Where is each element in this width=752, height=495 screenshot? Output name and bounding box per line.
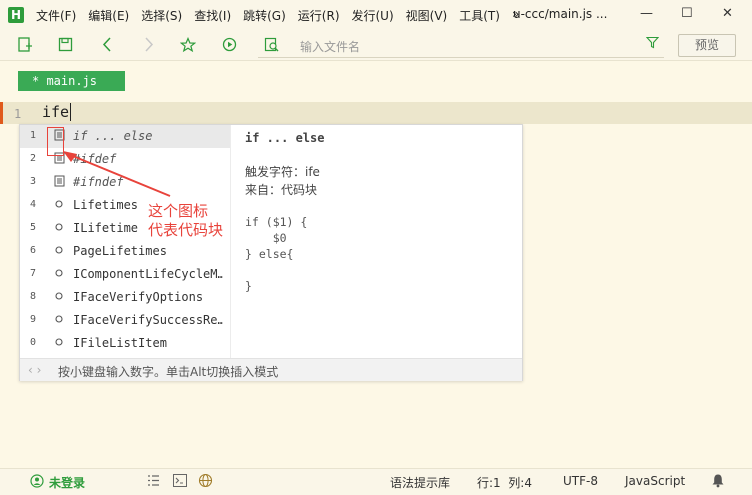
language-selector[interactable]: JavaScript [625, 474, 685, 488]
suggestion-label: if ... else [73, 129, 153, 143]
suggestion-label: IFaceVerifyOptions [73, 290, 204, 304]
menu-run[interactable]: 运行(R) [298, 7, 340, 24]
page-arrows[interactable]: ‹ › [28, 363, 41, 377]
suggestion-number: 3 [30, 176, 37, 187]
popup-footer: ‹ › 按小键盘输入数字。单击Alt切换插入模式 [20, 358, 522, 381]
detail-trigger: 触发字符：ife [245, 165, 320, 179]
line-modified-marker [0, 102, 3, 124]
circle-icon [54, 336, 64, 351]
file-search-input[interactable]: 输入文件名 [300, 38, 360, 55]
tab-main-js[interactable]: * main.js [18, 71, 125, 91]
annotation-line-1: 这个图标 [148, 202, 209, 220]
popup-hint: 按小键盘输入数字。单击Alt切换插入模式 [58, 365, 279, 379]
menu-edit[interactable]: 编辑(E) [88, 7, 129, 24]
login-status[interactable]: 未登录 [49, 474, 85, 491]
back-icon[interactable] [101, 37, 113, 56]
status-bar: 未登录 语法提示库 行:1 列:4 UTF-8 JavaScript [0, 468, 752, 495]
code-text[interactable]: ife [42, 103, 69, 121]
run-icon[interactable] [222, 37, 237, 56]
suggestion-number: 7 [30, 268, 37, 279]
suggestion-item[interactable]: 7 IComponentLifeCycleM… [20, 263, 230, 286]
suggestion-number: 0 [30, 337, 37, 348]
suggestion-label: IFaceVerifySuccessRe… [73, 313, 223, 327]
search-file-icon [264, 37, 280, 57]
annotation-line-2: 代表代码块 [148, 221, 224, 239]
encoding-selector[interactable]: UTF-8 [563, 474, 598, 488]
menu-bar: 文件(F) 编辑(E) 选择(S) 查找(I) 跳转(G) 运行(R) 发行(U… [36, 7, 531, 24]
save-icon[interactable] [58, 37, 73, 56]
circle-icon [54, 221, 64, 236]
suggestion-number: 8 [30, 291, 37, 302]
list-icon[interactable] [147, 474, 160, 490]
circle-icon [54, 313, 64, 328]
suggestion-number: 1 [30, 130, 37, 141]
menu-find[interactable]: 查找(I) [194, 7, 231, 24]
suggestion-number: 5 [30, 222, 37, 233]
current-line-highlight [0, 102, 752, 124]
suggestion-item[interactable]: 8 IFaceVerifyOptions [20, 286, 230, 309]
menu-select[interactable]: 选择(S) [141, 7, 182, 24]
suggestion-label: IFileListItem [73, 336, 167, 350]
circle-icon [54, 244, 64, 259]
menu-goto[interactable]: 跳转(G) [243, 7, 286, 24]
annotation-text: 这个图标 代表代码块 [148, 202, 223, 240]
detail-source: 来自：代码块 [245, 183, 318, 197]
suggestion-label: IComponentLifeCycleM… [73, 267, 223, 281]
minimize-button[interactable]: — [640, 6, 653, 21]
suggestion-number: 6 [30, 245, 37, 256]
menu-tools[interactable]: 工具(T) [459, 7, 500, 24]
app-logo: H [8, 7, 24, 23]
new-file-icon[interactable] [17, 37, 33, 57]
suggestion-item[interactable]: 6 PageLifetimes [20, 240, 230, 263]
globe-icon[interactable] [198, 473, 213, 491]
suggestion-number: 2 [30, 153, 37, 164]
suggestion-number: 9 [30, 314, 37, 325]
star-icon[interactable] [179, 36, 197, 57]
text-caret [70, 103, 71, 121]
annotation-arrow [63, 151, 171, 197]
bell-icon[interactable] [711, 473, 725, 491]
forward-icon[interactable] [143, 37, 155, 56]
suggestion-number: 4 [30, 199, 37, 210]
syntax-library-button[interactable]: 语法提示库 [390, 474, 450, 491]
maximize-button[interactable]: ☐ [681, 6, 693, 21]
menu-publish[interactable]: 发行(U) [352, 7, 394, 24]
close-button[interactable]: ✕ [722, 6, 733, 21]
filter-icon[interactable] [645, 36, 660, 53]
circle-icon [54, 290, 64, 305]
terminal-icon[interactable] [173, 474, 187, 490]
menu-view[interactable]: 视图(V) [406, 7, 448, 24]
menu-file[interactable]: 文件(F) [36, 7, 76, 24]
user-icon [30, 474, 44, 491]
suggestion-detail-panel: if ... else 触发字符：ife 来自：代码块 if ($1) { $0… [230, 125, 523, 358]
window-title: u-ccc/main.js ... [513, 7, 608, 21]
detail-code-preview: if ($1) { $0 } else{ } [245, 215, 308, 293]
circle-icon [54, 267, 64, 282]
cursor-position[interactable]: 行:1 列:4 [477, 474, 532, 491]
line-number: 1 [14, 107, 22, 121]
detail-title: if ... else [245, 131, 325, 145]
preview-button[interactable]: 预览 [678, 34, 736, 57]
suggestion-item[interactable]: 0 IFileListItem [20, 332, 230, 355]
suggestion-item[interactable]: 9 IFaceVerifySuccessRe… [20, 309, 230, 332]
suggestion-label: PageLifetimes [73, 244, 167, 258]
